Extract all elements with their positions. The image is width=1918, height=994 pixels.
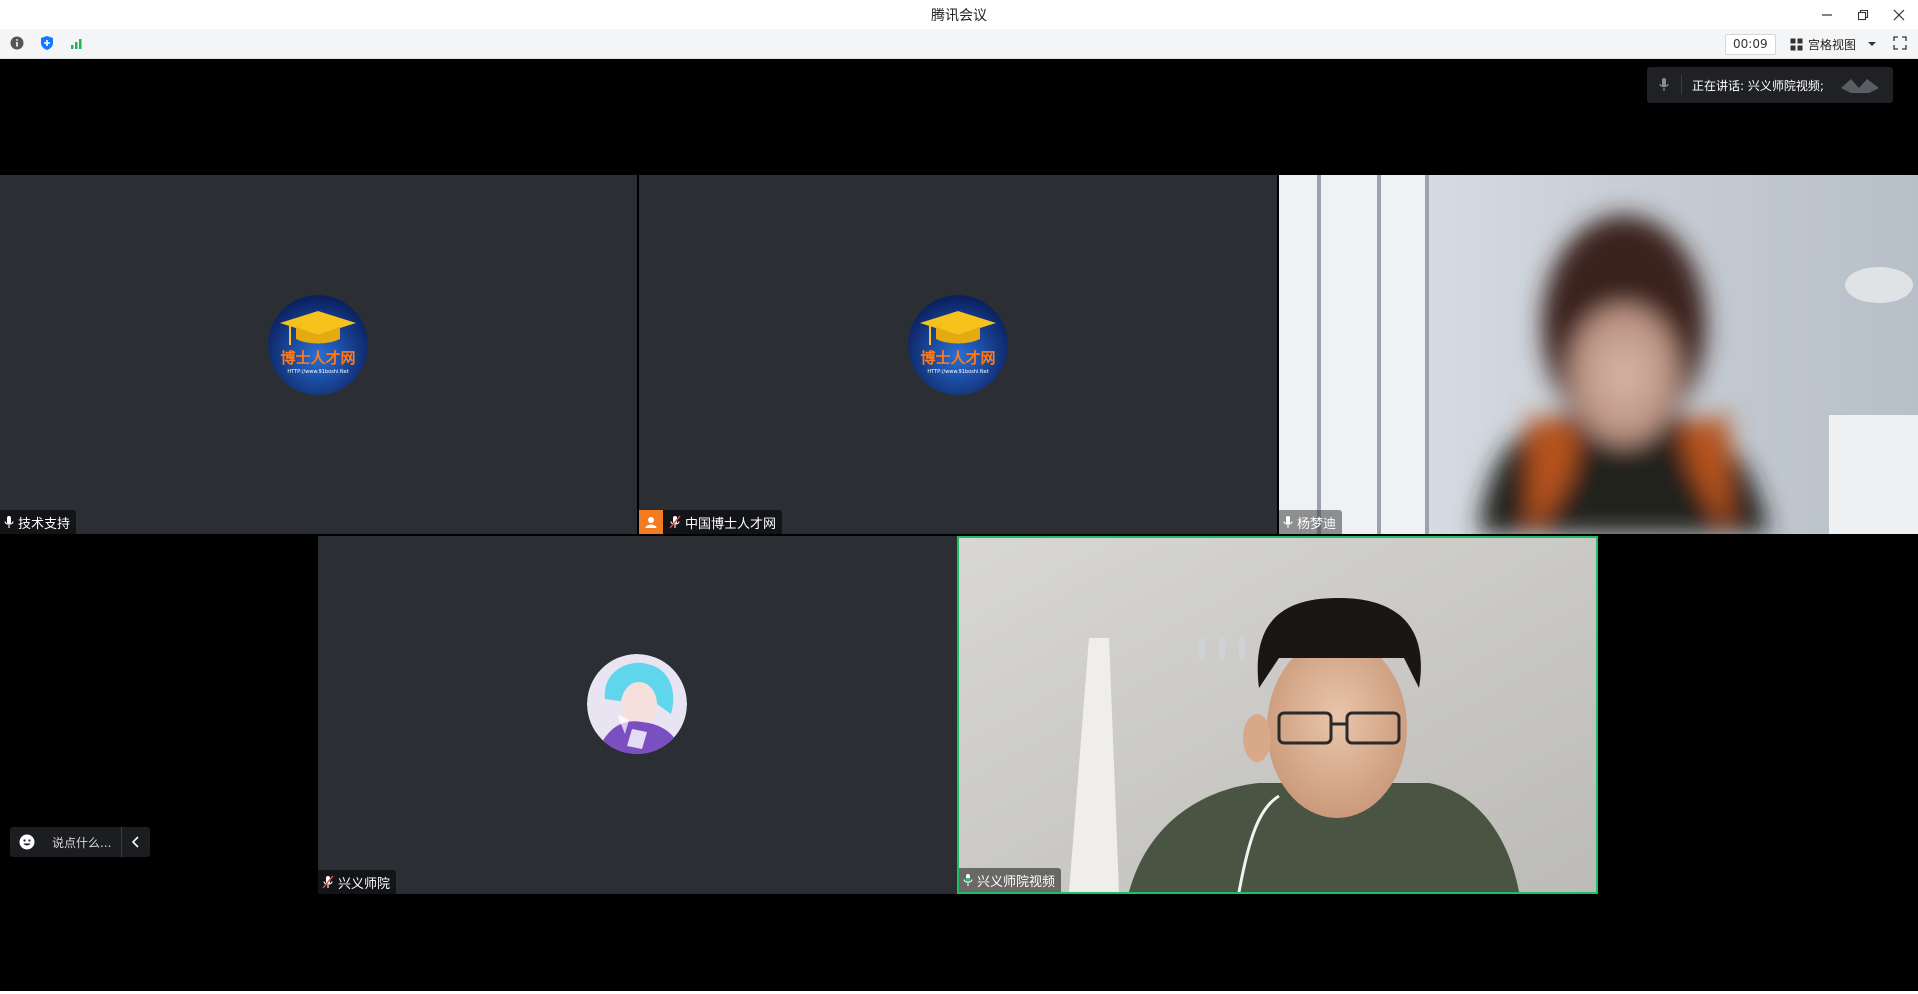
participant-name-tag: 兴义师院 xyxy=(318,870,397,894)
chat-input[interactable]: 说点什么... xyxy=(44,834,121,851)
logo-avatar: 博士人才网 HTTP://www.91boshi.Net xyxy=(908,295,1008,395)
meeting-timer: 00:09 xyxy=(1725,34,1776,55)
caret-down-icon xyxy=(1868,42,1877,46)
anime-avatar xyxy=(587,654,687,754)
title-bar: 腾讯会议 xyxy=(0,0,1918,29)
participant-name-tag: 技术支持 xyxy=(0,510,77,534)
participant-name: 杨梦迪 xyxy=(1297,516,1337,532)
chevron-left-icon[interactable] xyxy=(121,827,150,857)
svg-text:HTTP://www.91boshi.Net: HTTP://www.91boshi.Net xyxy=(927,369,988,375)
meeting-toolbar: 00:09 宫格视图 xyxy=(0,29,1918,59)
svg-text:博士人才网: 博士人才网 xyxy=(280,349,355,367)
signal-icon[interactable] xyxy=(68,34,86,52)
mic-icon xyxy=(1659,78,1669,91)
participant-tile-3[interactable]: 杨梦迪 xyxy=(1279,175,1918,534)
mic-muted-icon xyxy=(322,875,334,889)
mic-icon xyxy=(4,516,14,528)
svg-text:HTTP://www.91boshi.Net: HTTP://www.91boshi.Net xyxy=(287,369,348,375)
speaking-label: 正在讲话: 兴义师院视频; xyxy=(1692,78,1824,93)
participant-name-tag: 兴义师院视频 xyxy=(959,868,1062,892)
participant-name: 兴义师院 xyxy=(338,876,391,892)
video-feed xyxy=(1279,175,1918,534)
participant-tile-2[interactable]: 博士人才网 HTTP://www.91boshi.Net 中国博士人才网 xyxy=(639,175,1277,534)
mic-active-icon xyxy=(963,874,973,886)
close-icon[interactable] xyxy=(1890,6,1908,24)
restore-icon[interactable] xyxy=(1854,6,1872,24)
shield-icon[interactable] xyxy=(38,34,56,52)
info-icon[interactable] xyxy=(8,34,26,52)
logo-avatar: 博士人才网 HTTP://www.91boshi.Net xyxy=(268,295,368,395)
speaking-indicator: 正在讲话: 兴义师院视频; xyxy=(1647,67,1893,103)
minimize-icon[interactable] xyxy=(1818,6,1836,24)
participant-name-tag: 杨梦迪 xyxy=(1279,510,1343,534)
svg-text:博士人才网: 博士人才网 xyxy=(920,349,995,367)
divider xyxy=(1681,75,1682,95)
participant-tile-1[interactable]: 博士人才网 HTTP://www.91boshi.Net 技术支持 xyxy=(0,175,637,534)
host-badge-icon xyxy=(639,510,663,534)
speaker-avatars-icon xyxy=(1841,79,1879,93)
toolbar-left-group xyxy=(8,34,86,52)
view-mode-label: 宫格视图 xyxy=(1808,37,1857,52)
mic-icon xyxy=(1283,516,1293,528)
participant-name: 技术支持 xyxy=(18,516,71,532)
chat-input-bar: 说点什么... xyxy=(10,827,150,857)
window-title: 腾讯会议 xyxy=(931,7,987,24)
fullscreen-icon[interactable] xyxy=(1893,35,1911,53)
participant-tile-5[interactable]: 兴义师院视频 xyxy=(957,536,1598,894)
emoji-icon[interactable] xyxy=(10,834,44,850)
participant-name-tag: 中国博士人才网 xyxy=(639,510,783,534)
window-controls xyxy=(1818,0,1908,29)
video-feed xyxy=(959,538,1596,892)
participant-tile-4[interactable]: 兴义师院 xyxy=(318,536,957,894)
participant-name: 兴义师院视频 xyxy=(977,874,1056,890)
grid-icon xyxy=(1790,38,1803,50)
mic-muted-icon xyxy=(669,515,681,529)
video-stage: 正在讲话: 兴义师院视频; 博士人才网 HTTP://www.91boshi.N… xyxy=(0,59,1918,991)
participant-name: 中国博士人才网 xyxy=(685,516,777,532)
view-mode-button[interactable]: 宫格视图 xyxy=(1790,33,1877,55)
